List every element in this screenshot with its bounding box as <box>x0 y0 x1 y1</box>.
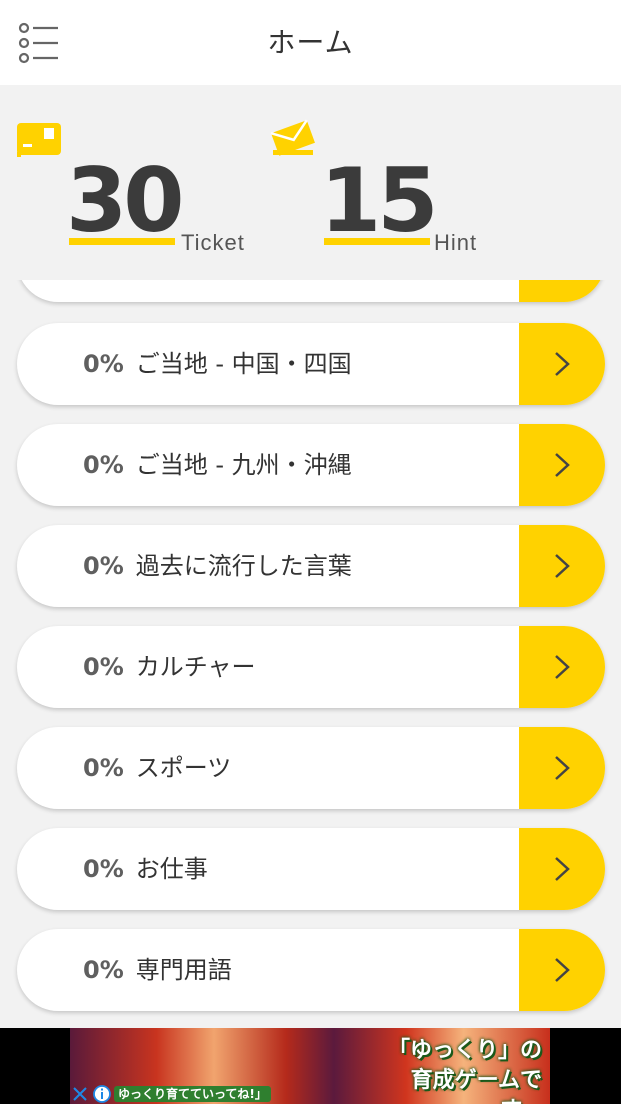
ad-close-icon[interactable] <box>72 1086 88 1102</box>
category-go-button[interactable] <box>519 828 605 910</box>
category-label: 0% ご当地 - 中国・四国 <box>83 323 352 405</box>
hint-underline <box>324 238 430 245</box>
category-label: 0% カルチャー <box>83 626 256 708</box>
category-name: お仕事 <box>135 855 208 883</box>
category-item[interactable]: 0% ご当地 - 中国・四国 <box>17 323 605 405</box>
hint-label: Hint <box>434 230 478 255</box>
category-name: カルチャー <box>135 653 256 681</box>
category-name: ご当地 - 九州・沖縄 <box>135 451 352 479</box>
chevron-right-icon <box>555 958 570 982</box>
stats-panel: 30 Ticket 15 Hint <box>0 85 621 280</box>
ad-subtext: ゆっくり育てていってね!」 <box>114 1086 271 1102</box>
category-go-button[interactable] <box>519 280 605 302</box>
category-item[interactable]: 0% 専門用語 <box>17 929 605 1011</box>
category-progress: 0% <box>83 956 124 984</box>
category-go-button[interactable] <box>519 626 605 708</box>
chevron-right-icon <box>555 352 570 376</box>
ticket-underline <box>69 238 175 245</box>
category-name: 専門用語 <box>135 956 232 984</box>
category-progress: 0% <box>83 653 124 681</box>
envelope-icon <box>270 119 315 156</box>
ad-headline: 「ゆっくり」の 育成ゲームです。 <box>382 1036 542 1104</box>
category-go-button[interactable] <box>519 424 605 506</box>
category-name: 過去に流行した言葉 <box>135 552 352 580</box>
category-item[interactable]: 0% 過去に流行した言葉 <box>17 525 605 607</box>
category-label: 0% 専門用語 <box>83 929 232 1011</box>
category-name: ご当地 - 中国・四国 <box>135 350 352 378</box>
ad-headline-line1: 「ゆっくり」の <box>387 1038 542 1063</box>
chevron-right-icon <box>555 857 570 881</box>
chevron-right-icon <box>555 756 570 780</box>
ticket-card-icon <box>17 123 61 157</box>
category-progress: 0% <box>83 754 124 782</box>
chevron-right-icon <box>555 453 570 477</box>
category-item[interactable]: 0% カルチャー <box>17 626 605 708</box>
category-item[interactable]: 0% スポーツ <box>17 727 605 809</box>
ticket-label: Ticket <box>181 230 245 255</box>
chevron-right-icon <box>555 554 570 578</box>
category-go-button[interactable] <box>519 929 605 1011</box>
category-label: 0% スポーツ <box>83 727 231 809</box>
category-progress: 0% <box>83 350 124 378</box>
app-header: ホーム <box>0 0 621 85</box>
ad-headline-line2: 育成ゲームです。 <box>410 1068 542 1104</box>
category-go-button[interactable] <box>519 323 605 405</box>
category-item[interactable]: 0% お仕事 <box>17 828 605 910</box>
ad-creative[interactable]: 「ゆっくり」の 育成ゲームです。 ゆっくり育てていってね!」 <box>70 1028 550 1104</box>
category-name: スポーツ <box>135 754 232 782</box>
page-title: ホーム <box>267 26 354 59</box>
category-progress: 0% <box>83 451 124 479</box>
category-list[interactable]: 0% ご当地 - 中国・四国 0% ご当地 - 九州・沖縄 0% 過去に流行した言葉 … <box>0 280 621 1030</box>
category-label: 0% お仕事 <box>83 828 208 910</box>
category-go-button[interactable] <box>519 727 605 809</box>
hint-count: 15 <box>320 149 438 252</box>
category-item[interactable]: 0% ご当地 - 九州・沖縄 <box>17 424 605 506</box>
chevron-right-icon <box>555 655 570 679</box>
ad-info-icon[interactable] <box>92 1084 112 1104</box>
category-label: 0% ご当地 - 九州・沖縄 <box>83 424 352 506</box>
category-item-partial[interactable] <box>17 280 605 302</box>
category-label: 0% 過去に流行した言葉 <box>83 525 352 607</box>
ticket-count: 30 <box>66 149 184 252</box>
category-progress: 0% <box>83 552 124 580</box>
category-progress: 0% <box>83 855 124 883</box>
category-go-button[interactable] <box>519 525 605 607</box>
